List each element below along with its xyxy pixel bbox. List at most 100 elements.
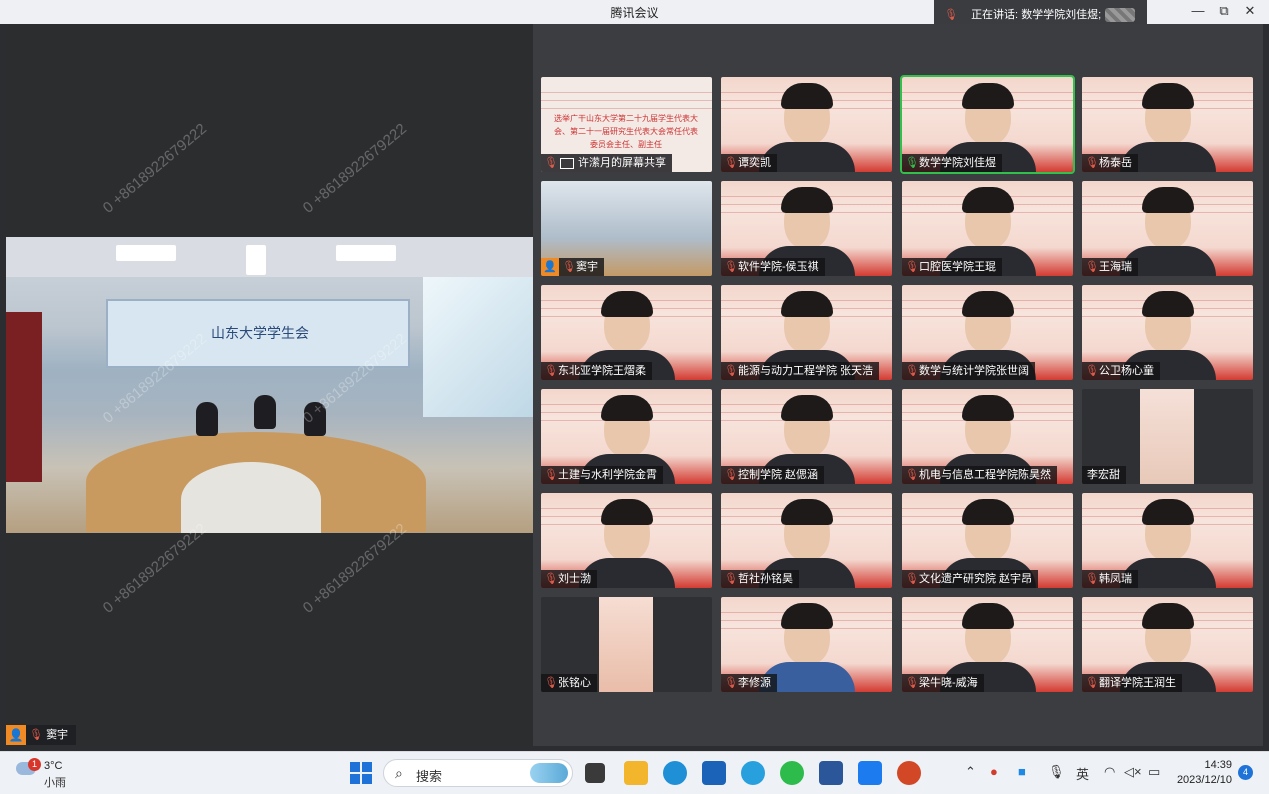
microphone-icon[interactable]: 🎙 (1048, 764, 1065, 780)
tile-label: 🎙 许潆月的屏幕共享 (541, 154, 672, 172)
file-explorer-icon[interactable] (624, 761, 648, 785)
tencent-meeting-icon[interactable] (858, 761, 882, 785)
participant-tile[interactable]: 🎙数学与统计学院张世阔 (902, 285, 1073, 380)
ie-icon[interactable] (741, 761, 765, 785)
person (254, 395, 276, 429)
participant-hair (780, 499, 833, 525)
mic-muted-icon: 🎙 (562, 261, 576, 273)
speaking-name: 数学学院刘佳煜; (1021, 9, 1102, 21)
participant-tile[interactable]: 🎙杨泰岳 (1082, 77, 1253, 172)
participant-name: 刘士渤 (558, 573, 591, 585)
main-video[interactable]: 山东大学学生会 (6, 237, 533, 533)
search-box[interactable]: ⌕ 搜索 (383, 759, 573, 787)
participant-tile[interactable]: 👤 🎙窦宇 (541, 181, 712, 276)
participant-name: 文化遗产研究院 赵宇昂 (919, 573, 1033, 585)
weather-condition: 小雨 (44, 777, 66, 789)
participant-hair (961, 603, 1014, 629)
participant-tile[interactable]: 🎙哲社孙铭昊 (721, 493, 892, 588)
tile-label: 🎙哲社孙铭昊 (721, 570, 799, 588)
tray-app-icon[interactable]: ■ (1018, 764, 1026, 779)
participant-hair (961, 395, 1014, 421)
edge-icon[interactable] (663, 761, 687, 785)
participant-tile[interactable]: 🎙软件学院-侯玉祺 (721, 181, 892, 276)
wifi-icon[interactable]: ◠ (1104, 764, 1115, 780)
participant-tile[interactable]: 🎙土建与水利学院金霄 (541, 389, 712, 484)
participant-name: 东北亚学院王熠柔 (558, 365, 646, 377)
participant-tile[interactable]: 李宏甜 (1082, 389, 1253, 484)
screen-share-icon (560, 157, 574, 169)
participant-tile[interactable]: 🎙刘士渤 (541, 493, 712, 588)
participant-tile[interactable]: 🎙张铭心 (541, 597, 712, 692)
tray-app-icon[interactable]: ● (990, 764, 998, 779)
participant-tile-speaking[interactable]: 🎙数学学院刘佳煜 (900, 75, 1075, 174)
store-icon[interactable] (702, 761, 726, 785)
maximize-button[interactable]: ⧉ (1214, 3, 1234, 19)
participant-hair (961, 187, 1014, 213)
task-view-icon[interactable] (585, 763, 605, 783)
participant-hair (780, 395, 833, 421)
conference-table-inner (181, 462, 321, 533)
mic-muted-icon: 🎙 (905, 469, 919, 481)
participant-name: 杨泰岳 (1099, 157, 1132, 169)
participant-name: 李修源 (738, 677, 771, 689)
tile-label: 🎙公卫杨心童 (1082, 362, 1160, 380)
slide-banner (541, 85, 712, 111)
participant-tile[interactable]: 🎙李修源 (721, 597, 892, 692)
mic-muted-icon: 🎙 (905, 677, 919, 689)
wechat-icon[interactable] (780, 761, 804, 785)
participant-hair (780, 187, 833, 213)
participant-tile[interactable]: 🎙文化遗产研究院 赵宇昂 (902, 493, 1073, 588)
weather-widget[interactable]: 1 3°C 小雨 (16, 758, 86, 789)
clock-time: 14:39 (1204, 759, 1232, 771)
wall-light (423, 277, 533, 417)
participant-tile[interactable]: 🎙东北亚学院王熠柔 (541, 285, 712, 380)
tile-label: 🎙口腔医学院王琨 (902, 258, 1002, 276)
mic-muted-icon: 🎙 (724, 469, 738, 481)
tile-label: 🎙数学学院刘佳煜 (902, 154, 1002, 172)
participant-tile[interactable]: 🎙翻译学院王润生 (1082, 597, 1253, 692)
participant-tile[interactable]: 🎙谭奕凯 (721, 77, 892, 172)
participant-name: 李宏甜 (1087, 469, 1120, 481)
participant-hair (780, 83, 833, 109)
participant-portrait (599, 597, 653, 692)
minimize-button[interactable]: — (1188, 3, 1208, 18)
shared-slide-text: 选举广干山东大学第二十九届学生代表大会、第二十一届研究生代表大会常任代表委员会主… (554, 114, 698, 149)
powerpoint-icon[interactable] (897, 761, 921, 785)
participant-tile[interactable]: 🎙机电与信息工程学院陈昊然 (902, 389, 1073, 484)
participant-name: 翻译学院王润生 (1099, 677, 1176, 689)
mic-muted-icon: 🎙 (724, 677, 738, 689)
participant-tile[interactable]: 🎙梁牛晓-威海 (902, 597, 1073, 692)
participant-name: 数学与统计学院张世阔 (919, 365, 1029, 377)
participant-name: 王海瑞 (1099, 261, 1132, 273)
battery-icon[interactable]: ▭ (1148, 764, 1160, 780)
notification-badge[interactable]: 4 (1238, 765, 1253, 780)
speaker-extra-icon (1105, 8, 1135, 22)
door (6, 312, 42, 482)
participant-name: 软件学院-侯玉祺 (738, 261, 819, 273)
person (196, 402, 218, 436)
mic-muted-icon: 🎙 (724, 157, 738, 169)
participant-tile[interactable]: 🎙韩凤瑞 (1082, 493, 1253, 588)
word-icon[interactable] (819, 761, 843, 785)
main-video-name: 窦宇 (46, 729, 69, 741)
mic-muted-icon: 🎙 (724, 365, 738, 377)
ime-indicator[interactable]: 英 (1076, 764, 1089, 783)
participant-tile[interactable]: 🎙能源与动力工程学院 张天浩 (721, 285, 892, 380)
clock[interactable]: 14:39 2023/12/10 (1176, 758, 1232, 788)
participant-tile-screen-share[interactable]: 选举广干山东大学第二十九届学生代表大会、第二十一届研究生代表大会常任代表委员会主… (541, 77, 712, 172)
ceiling-lamp (336, 245, 396, 261)
volume-muted-icon[interactable]: ◁× (1124, 764, 1142, 780)
start-button[interactable] (350, 762, 372, 784)
mic-muted-icon: 🎙 (544, 677, 558, 689)
participant-name: 许潆月的屏幕共享 (578, 157, 666, 169)
mic-muted-icon: 🎙 (1085, 573, 1099, 585)
tile-label: 🎙李修源 (721, 674, 777, 692)
close-button[interactable]: ✕ (1240, 3, 1260, 19)
participant-tile[interactable]: 🎙控制学院 赵偲涵 (721, 389, 892, 484)
participant-tile[interactable]: 🎙王海瑞 (1082, 181, 1253, 276)
tile-label: 🎙文化遗产研究院 赵宇昂 (902, 570, 1039, 588)
chevron-up-icon[interactable]: ⌃ (965, 764, 976, 780)
participant-tile[interactable]: 🎙口腔医学院王琨 (902, 181, 1073, 276)
mic-muted-icon: 🎙 (905, 573, 919, 585)
participant-tile[interactable]: 🎙公卫杨心童 (1082, 285, 1253, 380)
